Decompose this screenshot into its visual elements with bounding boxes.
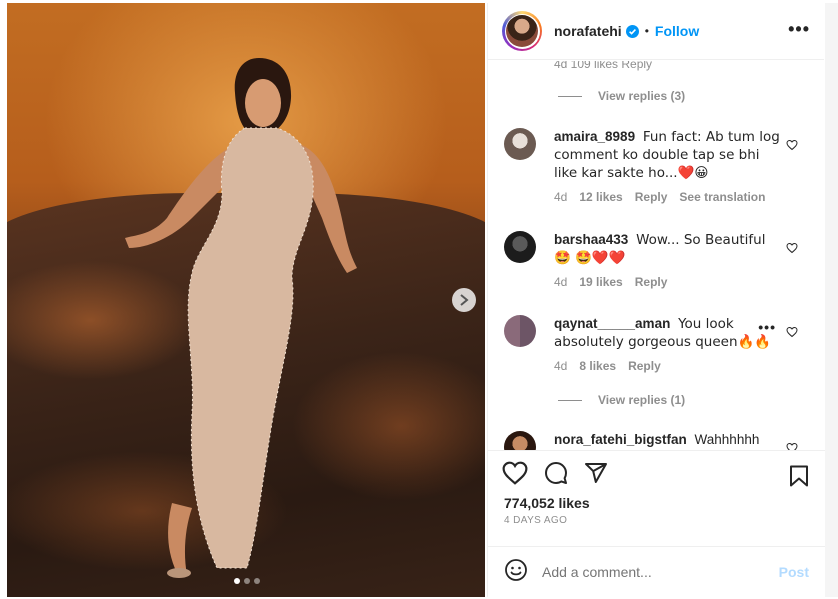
post-photo[interactable] [7,3,485,597]
avatar[interactable] [504,431,536,450]
post-side-panel: norafatehi • Follow ••• 4d 109 likes Rep… [487,3,825,597]
comment-username[interactable]: amaira_8989 [554,129,635,144]
comment-item: amaira_8989 Fun fact: Ab tum log comment… [504,128,814,204]
post-date: 4 DAYS AGO [504,515,568,526]
avatar[interactable] [504,315,536,347]
view-replies-button[interactable]: View replies (1) [558,393,685,407]
like-comment-heart-icon[interactable] [786,241,798,259]
more-options-button[interactable]: ••• [788,19,810,40]
comment-item: barshaa433 Wow... So Beautiful 🤩 🤩❤️❤️ 4… [504,231,814,289]
comments-list[interactable]: 4d 109 likes Reply View replies (3) amai… [488,61,825,450]
like-heart-icon[interactable] [502,461,528,485]
comment-username[interactable]: nora_fatehi_bigstfan [554,432,687,447]
author-username[interactable]: norafatehi [554,23,622,39]
post-header: norafatehi • Follow ••• [488,3,824,60]
reply-button[interactable]: Reply [635,190,668,204]
verified-badge-icon [625,24,639,38]
like-comment-heart-icon[interactable] [786,325,798,343]
comment-text: Wahhhhhh [694,432,760,447]
comment-item: qaynat_____aman You look absolutely gorg… [504,315,814,373]
add-comment-bar: Post [488,546,825,597]
post-actions: 774,052 likes 4 DAYS AGO [488,450,825,526]
comment-likes[interactable]: 8 likes [579,359,616,373]
comment-age: 4d [554,190,568,204]
author-avatar[interactable] [502,11,542,51]
comment-likes[interactable]: 19 likes [579,275,622,289]
view-replies-button[interactable]: View replies (3) [558,89,685,103]
emoji-smiley-icon[interactable] [504,558,528,587]
comment-meta: 4d 19 likes Reply [554,275,814,289]
reply-button[interactable]: Reply [635,275,668,289]
comment-age: 4d [554,275,568,289]
like-comment-heart-icon[interactable] [786,441,798,450]
comment-input[interactable] [542,564,779,580]
comment-more-button[interactable]: ••• [758,319,776,335]
reply-button[interactable]: Reply [628,359,661,373]
bookmark-icon[interactable] [789,465,809,492]
comment-username[interactable]: qaynat_____aman [554,316,670,331]
see-translation-button[interactable]: See translation [679,190,765,204]
comment-bubble-icon[interactable] [544,461,568,485]
carousel-dots [234,578,260,584]
comment-meta-partial: 4d 109 likes Reply [554,61,653,71]
comment-meta: 4d 12 likes Reply See translation [554,190,814,204]
comment-username[interactable]: barshaa433 [554,232,628,247]
comment-meta: 4d 8 likes Reply [554,359,814,373]
page-scrollbar[interactable] [825,3,838,597]
comment-item: nora_fatehi_bigstfan Wahhhhhh [504,431,814,450]
comment-likes[interactable]: 12 likes [579,190,622,204]
follow-button[interactable]: Follow [655,23,699,39]
comment-age: 4d [554,359,568,373]
carousel-next-button[interactable] [452,288,476,312]
separator-dot: • [644,24,649,38]
carousel-dot [234,578,240,584]
avatar[interactable] [504,128,536,160]
post-comment-button[interactable]: Post [779,564,809,580]
avatar[interactable] [504,231,536,263]
chevron-right-icon [460,294,469,306]
likes-count[interactable]: 774,052 likes [488,495,825,511]
carousel-dot [254,578,260,584]
share-send-icon[interactable] [584,461,608,485]
carousel-dot [244,578,250,584]
like-comment-heart-icon[interactable] [786,138,798,156]
photo-figure [125,58,357,578]
